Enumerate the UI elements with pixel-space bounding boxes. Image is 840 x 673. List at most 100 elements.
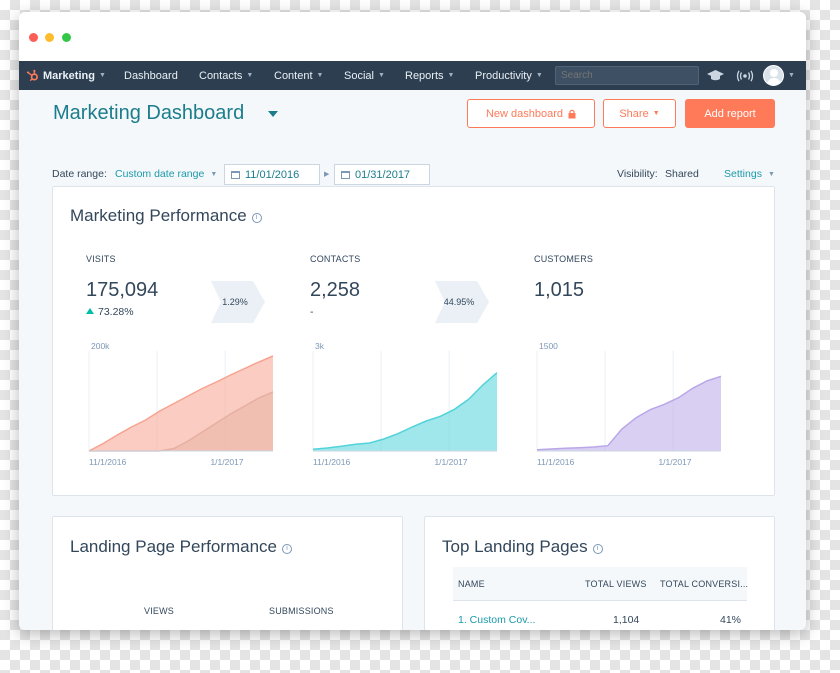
chevron-down-icon: ▼ xyxy=(652,110,660,117)
end-date-input[interactable]: 01/31/2017 xyxy=(334,164,430,185)
nav-item-label: Content xyxy=(274,69,313,82)
date-range-label: Date range: xyxy=(52,168,107,180)
maximize-window-button[interactable] xyxy=(62,33,71,42)
settings-dropdown[interactable]: Settings ▼ xyxy=(724,164,775,184)
conversion-rate-badge: 1.29% xyxy=(211,281,265,323)
top-navbar: Marketing ▼ Dashboard Contacts ▼ Content… xyxy=(19,61,806,90)
chevron-down-icon: ▼ xyxy=(210,170,218,178)
nav-item-label: Productivity xyxy=(475,69,532,82)
nav-item-productivity[interactable]: Productivity ▼ xyxy=(475,61,543,90)
info-icon[interactable]: i xyxy=(251,213,262,223)
add-report-label: Add report xyxy=(704,107,756,120)
window-titlebar xyxy=(19,12,806,61)
x-tick-label: 11/1/2016 xyxy=(313,457,350,467)
metric-label-customers: CUSTOMERS xyxy=(534,254,594,264)
calendar-icon xyxy=(341,170,350,179)
metric-change-visits: 73.28% xyxy=(86,306,134,318)
series-area xyxy=(313,372,497,451)
landing-page-link[interactable]: 1. Custom Cov... xyxy=(458,614,535,626)
chevron-down-icon: ▼ xyxy=(447,72,455,79)
nav-item-dashboard[interactable]: Dashboard xyxy=(124,61,178,90)
conversion-rate-value: 1.29% xyxy=(222,297,248,307)
add-report-button[interactable]: Add report xyxy=(685,99,775,128)
hubspot-sprocket-icon xyxy=(26,69,38,82)
y-axis-max-label: 3k xyxy=(315,341,325,351)
x-tick-label: 1/1/2017 xyxy=(210,457,243,467)
card-title-text: Top Landing Pages xyxy=(442,537,588,556)
arrow-right-icon: ▶ xyxy=(324,171,330,178)
contacts-chart: 3k 11/1/2016 1/1/2017 xyxy=(312,341,498,467)
nav-item-label: Social xyxy=(344,69,374,82)
filter-bar: Date range: Custom date range ▼ 11/01/20… xyxy=(19,164,806,185)
date-range-dropdown[interactable]: Custom date range ▼ xyxy=(115,164,217,184)
x-tick-label: 11/1/2016 xyxy=(89,457,126,467)
nav-item-social[interactable]: Social ▼ xyxy=(344,61,385,90)
new-dashboard-label: New dashboard xyxy=(485,107,564,120)
card-title-text: Marketing Performance xyxy=(70,206,247,225)
settings-label: Settings xyxy=(724,168,762,180)
visits-chart: 200k 11/1/2016 1/1/2017 xyxy=(88,341,274,467)
series-area xyxy=(89,356,273,451)
new-dashboard-button[interactable]: New dashboard xyxy=(467,99,595,128)
nav-item-marketing[interactable]: Marketing ▼ xyxy=(26,61,106,90)
chevron-down-icon: ▼ xyxy=(246,72,254,79)
card-title-text: Landing Page Performance xyxy=(70,537,277,556)
nav-item-contacts[interactable]: Contacts ▼ xyxy=(199,61,253,90)
broadcast-icon xyxy=(736,69,754,82)
row-views: 1,104 xyxy=(613,614,640,626)
card-title: Marketing Performance i xyxy=(70,206,262,226)
start-date-value: 11/01/2016 xyxy=(245,168,300,181)
metric-value-contacts: 2,258 xyxy=(310,279,361,301)
column-header-submissions: SUBMISSIONS xyxy=(269,606,334,616)
x-tick-label: 1/1/2017 xyxy=(434,457,467,467)
nav-item-label: Contacts xyxy=(199,69,243,82)
nav-item-label: Marketing xyxy=(43,69,95,82)
lock-icon xyxy=(568,109,576,118)
visibility-label: Visibility: xyxy=(617,168,658,180)
notifications-icon[interactable] xyxy=(736,61,754,90)
start-date-input[interactable]: 11/01/2016 xyxy=(224,164,320,185)
x-tick-label: 1/1/2017 xyxy=(658,457,691,467)
y-axis-max-label: 200k xyxy=(91,341,110,351)
column-header-total-conversions[interactable]: TOTAL CONVERSI... xyxy=(660,579,748,589)
metric-label-visits: VISITS xyxy=(86,254,116,264)
column-header-views: VIEWS xyxy=(144,606,175,616)
card-title: Landing Page Performance i xyxy=(70,537,292,557)
share-button[interactable]: Share ▼ xyxy=(603,99,676,128)
calendar-icon xyxy=(231,170,240,179)
close-window-button[interactable] xyxy=(29,33,38,42)
column-header-total-views[interactable]: TOTAL VIEWS xyxy=(585,579,647,589)
chevron-down-icon: ▼ xyxy=(788,72,795,79)
nav-item-reports[interactable]: Reports ▼ xyxy=(405,61,454,90)
metric-value-visits: 175,094 xyxy=(86,279,159,301)
nav-item-label: Dashboard xyxy=(124,69,178,82)
chevron-down-icon: ▼ xyxy=(767,170,775,178)
conversion-rate-value: 44.95% xyxy=(443,297,475,307)
landing-page-performance-card: Landing Page Performance i VIEWS SUBMISSI… xyxy=(52,516,403,630)
column-header-name[interactable]: NAME xyxy=(458,579,485,589)
metric-value-customers: 1,015 xyxy=(534,279,585,301)
date-range-value: Custom date range xyxy=(115,168,205,180)
academy-icon[interactable] xyxy=(707,61,724,90)
graduation-cap-icon xyxy=(707,69,724,80)
nav-item-label: Reports xyxy=(405,69,444,82)
info-icon[interactable]: i xyxy=(281,544,292,554)
share-label: Share xyxy=(619,107,649,120)
chevron-down-icon[interactable] xyxy=(268,111,278,117)
metric-change-value: 73.28% xyxy=(98,306,134,318)
page-title[interactable]: Marketing Dashboard xyxy=(53,102,244,125)
chevron-down-icon: ▼ xyxy=(316,72,324,79)
metric-label-contacts: CONTACTS xyxy=(310,254,361,264)
marketing-performance-card: Marketing Performance i VISITS 175,094 73… xyxy=(52,186,775,496)
account-menu[interactable]: ▼ xyxy=(763,61,795,90)
info-icon[interactable]: i xyxy=(592,544,603,554)
search-input[interactable] xyxy=(555,66,699,85)
visibility-value[interactable]: Shared xyxy=(665,164,699,184)
top-landing-pages-card: Top Landing Pages i NAME TOTAL VIEWS TOTA… xyxy=(424,516,775,630)
avatar xyxy=(763,65,784,86)
x-tick-label: 11/1/2016 xyxy=(537,457,574,467)
chevron-down-icon: ▼ xyxy=(535,72,543,79)
table-row: 1. Custom Cov... xyxy=(458,614,535,626)
nav-item-content[interactable]: Content ▼ xyxy=(274,61,323,90)
minimize-window-button[interactable] xyxy=(45,33,54,42)
